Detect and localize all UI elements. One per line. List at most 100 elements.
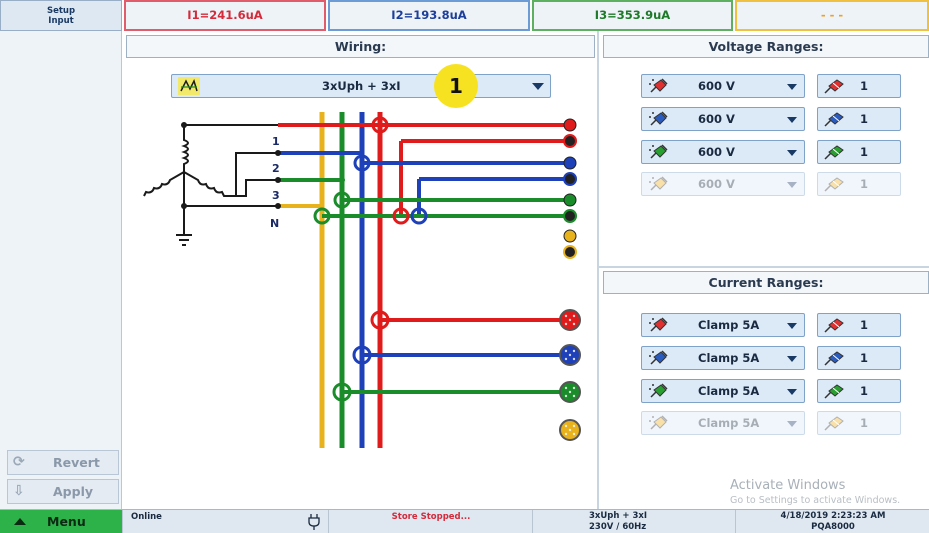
current-multiplier-button-1[interactable]: 1: [817, 313, 901, 337]
setup-input-tab[interactable]: Setup Input: [0, 0, 122, 31]
voltage-range-select-2[interactable]: 600 V: [641, 107, 805, 131]
voltage-frequency-info: 230V / 60Hz: [589, 522, 647, 532]
probe-icon: [649, 350, 668, 365]
wiring-header: Wiring:: [126, 35, 595, 58]
apply-label: Apply: [53, 484, 94, 499]
menu-label: Menu: [47, 514, 86, 529]
watermark-subtitle: Go to Settings to activate Windows.: [730, 495, 901, 506]
current-i2-readout: I2=193.8uA: [328, 0, 530, 31]
line-label-3: 3: [272, 189, 280, 202]
voltage-multiplier-button-2[interactable]: 1: [817, 107, 901, 131]
apply-arrow-icon: ⇩: [13, 483, 25, 499]
current-multiplier-value: 1: [860, 384, 869, 398]
revert-icon: ⟳: [13, 454, 25, 470]
current-range-select-1[interactable]: Clamp 5A: [641, 313, 805, 337]
current-multiplier-button-4[interactable]: 1: [817, 411, 901, 435]
revert-button[interactable]: ⟳ Revert: [7, 450, 119, 475]
voltage-ranges-header: Voltage Ranges:: [603, 35, 929, 58]
connection-info: 3xUph + 3xI 230V / 60Hz: [532, 510, 735, 533]
vertical-divider: [597, 31, 599, 509]
menu-up-icon: [14, 518, 26, 525]
voltage-multiplier-button-4[interactable]: 1: [817, 172, 901, 196]
current-multiplier-button-2[interactable]: 1: [817, 346, 901, 370]
store-label: Store Stopped...: [391, 512, 471, 522]
current-multiplier-button-3[interactable]: 1: [817, 379, 901, 403]
wiring-type-icon: [178, 77, 200, 95]
voltage-range-value: 600 V: [698, 145, 735, 159]
app-window: Setup Input I1=241.6uA I2=193.8uA I3=353…: [0, 0, 929, 533]
probe-icon: [649, 415, 668, 430]
voltage-multiplier-value: 1: [860, 112, 869, 126]
voltage-range-select-1[interactable]: 600 V: [641, 74, 805, 98]
current-range-value: Clamp 5A: [698, 318, 760, 332]
chevron-down-icon: [787, 356, 797, 362]
chevron-down-icon: [532, 83, 544, 90]
device-label: PQA8000: [811, 522, 855, 532]
device-info: 4/18/2019 2:23:23 AM PQA8000: [735, 510, 929, 533]
probe-icon: [649, 78, 668, 93]
eraser-probe-icon: [824, 416, 844, 431]
line-label-1: 1: [272, 135, 280, 148]
probe-icon: [649, 111, 668, 126]
current-range-select-2[interactable]: Clamp 5A: [641, 346, 805, 370]
voltage-range-select-3[interactable]: 600 V: [641, 140, 805, 164]
current-i4-readout: - - -: [735, 0, 929, 31]
wiring-diagram: 1 2 3 N: [143, 112, 581, 448]
current-range-select-4[interactable]: Clamp 5A: [641, 411, 805, 435]
chevron-down-icon: [787, 421, 797, 427]
current-i1-readout: I1=241.6uA: [124, 0, 326, 31]
plug-icon: [308, 514, 320, 530]
left-panel: ⟳ Revert ⇩ Apply: [0, 31, 122, 509]
voltage-multiplier-button-1[interactable]: 1: [817, 74, 901, 98]
eraser-probe-icon: [824, 112, 844, 127]
current-range-value: Clamp 5A: [698, 351, 760, 365]
line-label-2: 2: [272, 162, 280, 175]
online-label: Online: [131, 512, 162, 522]
probe-icon: [649, 317, 668, 332]
eraser-probe-icon: [824, 318, 844, 333]
current-connectors: [559, 309, 581, 441]
probe-icon: [649, 144, 668, 159]
store-status: Store Stopped...: [328, 510, 532, 533]
voltage-range-value: 600 V: [698, 177, 735, 191]
line-label-n: N: [270, 217, 279, 230]
setup-tab-line2: Input: [48, 16, 74, 26]
current-range-value: Clamp 5A: [698, 384, 760, 398]
apply-button[interactable]: ⇩ Apply: [7, 479, 119, 504]
wiring-dropdown[interactable]: 3xUph + 3xI: [171, 74, 551, 98]
chevron-down-icon: [787, 117, 797, 123]
datetime-label: 4/18/2019 2:23:23 AM: [780, 511, 886, 521]
status-bar: Menu Online Store Stopped... 3xUph + 3xI…: [0, 509, 929, 533]
three-phase-source-symbol: [143, 124, 278, 246]
wiring-info: 3xUph + 3xI: [589, 511, 648, 521]
voltage-multiplier-value: 1: [860, 79, 869, 93]
chevron-down-icon: [787, 389, 797, 395]
horizontal-divider: [599, 266, 929, 268]
online-status: Online: [122, 510, 328, 533]
chevron-down-icon: [787, 84, 797, 90]
chevron-down-icon: [787, 182, 797, 188]
setup-tab-line1: Setup: [46, 6, 76, 16]
current-range-select-3[interactable]: Clamp 5A: [641, 379, 805, 403]
voltage-range-select-4[interactable]: 600 V: [641, 172, 805, 196]
eraser-probe-icon: [824, 351, 844, 366]
current-multiplier-value: 1: [860, 416, 869, 430]
voltage-multiplier-value: 1: [860, 145, 869, 159]
current-range-value: Clamp 5A: [698, 416, 760, 430]
probe-icon: [649, 176, 668, 191]
menu-button[interactable]: Menu: [0, 510, 122, 533]
current-ranges-header: Current Ranges:: [603, 271, 929, 294]
eraser-probe-icon: [824, 384, 844, 399]
voltage-multiplier-button-3[interactable]: 1: [817, 140, 901, 164]
eraser-probe-icon: [824, 79, 844, 94]
chevron-down-icon: [787, 150, 797, 156]
wiring-selected-value: 3xUph + 3xI: [322, 79, 401, 93]
watermark-title: Activate Windows: [730, 478, 846, 493]
current-multiplier-value: 1: [860, 318, 869, 332]
eraser-probe-icon: [824, 145, 844, 160]
current-multiplier-value: 1: [860, 351, 869, 365]
revert-label: Revert: [53, 455, 100, 470]
voltage-terminals: [563, 118, 577, 259]
voltage-multiplier-value: 1: [860, 177, 869, 191]
probe-icon: [649, 383, 668, 398]
